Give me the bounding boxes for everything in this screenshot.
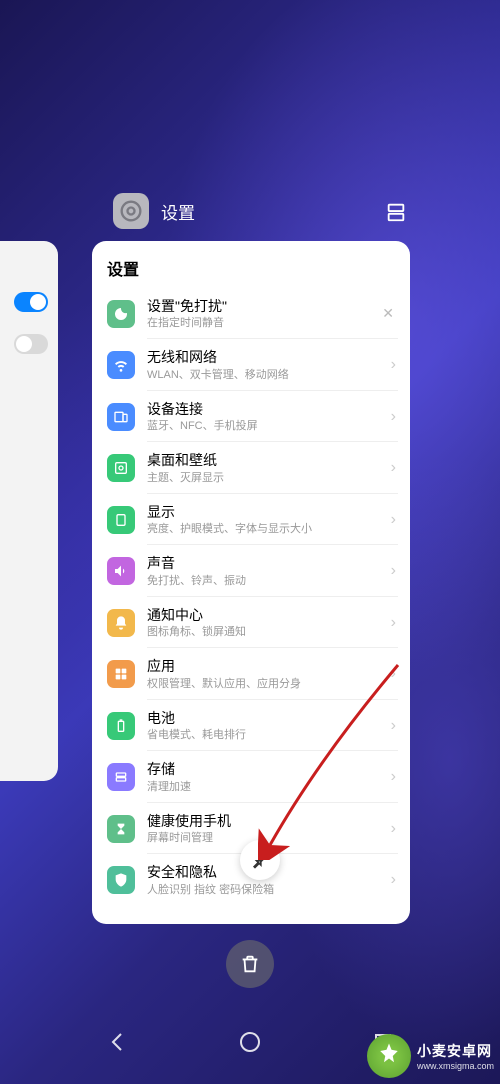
bell-icon xyxy=(107,609,135,637)
watermark-title: 小麦安卓网 xyxy=(417,1041,492,1061)
storage-icon xyxy=(107,763,135,791)
pin-app-button[interactable] xyxy=(240,840,280,880)
recent-card-settings[interactable]: 设置 设置"免打扰"在指定时间静音 ✕ 无线和网络WLAN、双卡管理、移动网络 … xyxy=(92,241,410,924)
settings-row-network[interactable]: 无线和网络WLAN、双卡管理、移动网络 › xyxy=(92,339,410,390)
toggle-off[interactable] xyxy=(14,334,48,354)
sound-icon xyxy=(107,557,135,585)
settings-app-icon xyxy=(113,193,149,229)
settings-row-devices[interactable]: 设备连接蓝牙、NFC、手机投屏 › xyxy=(92,391,410,442)
desktop-icon xyxy=(107,454,135,482)
trash-icon xyxy=(239,953,261,975)
settings-row-display[interactable]: 显示亮度、护眼模式、字体与显示大小 › xyxy=(92,494,410,545)
settings-row-storage[interactable]: 存储清理加速 › xyxy=(92,751,410,802)
chevron-right-icon: › xyxy=(387,717,400,735)
recent-card-previous[interactable] xyxy=(0,241,58,781)
close-icon[interactable]: ✕ xyxy=(376,305,400,322)
toggle-on[interactable] xyxy=(14,292,48,312)
battery-icon xyxy=(107,712,135,740)
chevron-right-icon: › xyxy=(387,665,400,683)
settings-row-dnd[interactable]: 设置"免打扰"在指定时间静音 ✕ xyxy=(92,288,410,339)
app-name: 设置 xyxy=(161,199,195,224)
chevron-right-icon: › xyxy=(387,614,400,632)
layout-toggle-button[interactable] xyxy=(382,198,410,226)
chevron-right-icon: › xyxy=(387,820,400,838)
recent-app-label: 设置 xyxy=(113,193,195,229)
chevron-right-icon: › xyxy=(387,511,400,529)
wifi-icon xyxy=(107,351,135,379)
moon-icon xyxy=(107,300,135,328)
display-icon xyxy=(107,506,135,534)
chevron-right-icon: › xyxy=(387,459,400,477)
watermark-logo xyxy=(367,1034,411,1078)
apps-icon xyxy=(107,660,135,688)
settings-row-notifications[interactable]: 通知中心图标角标、锁屏通知 › xyxy=(92,597,410,648)
watermark-url: www.xmsigma.com xyxy=(417,1061,494,1071)
chevron-right-icon: › xyxy=(387,408,400,426)
watermark: 小麦安卓网 www.xmsigma.com xyxy=(367,1034,494,1078)
chevron-right-icon: › xyxy=(387,356,400,374)
chevron-right-icon: › xyxy=(387,871,400,889)
nav-home-button[interactable] xyxy=(238,1030,262,1054)
settings-row-battery[interactable]: 电池省电模式、耗电排行 › xyxy=(92,700,410,751)
devices-icon xyxy=(107,403,135,431)
card-title: 设置 xyxy=(92,254,410,288)
shield-icon xyxy=(107,866,135,894)
nav-back-button[interactable] xyxy=(105,1030,129,1054)
settings-row-wallpaper[interactable]: 桌面和壁纸主题、灭屏显示 › xyxy=(92,442,410,493)
clear-all-button[interactable] xyxy=(226,940,274,988)
hourglass-icon xyxy=(107,815,135,843)
settings-row-apps[interactable]: 应用权限管理、默认应用、应用分身 › xyxy=(92,648,410,699)
chevron-right-icon: › xyxy=(387,562,400,580)
settings-row-sound[interactable]: 声音免打扰、铃声、振动 › xyxy=(92,545,410,596)
pin-icon xyxy=(250,850,270,870)
chevron-right-icon: › xyxy=(387,768,400,786)
